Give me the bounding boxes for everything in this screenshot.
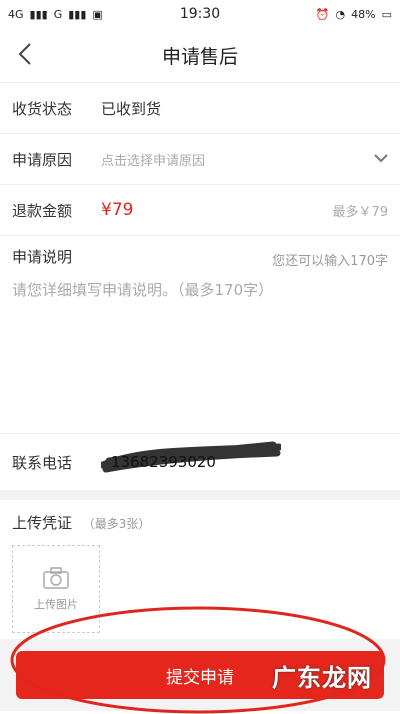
refund-amount: ¥79 <box>101 200 134 220</box>
back-arrow-icon[interactable] <box>14 42 38 66</box>
receipt-status-value: 已收到货 <box>101 99 162 118</box>
upload-title: 上传凭证 <box>12 514 73 532</box>
header: 申请售后 <box>0 28 400 83</box>
receipt-status-label: 收货状态 <box>12 99 73 118</box>
remark-input[interactable]: 请您详细填写申请说明。（最多170字） <box>12 279 388 300</box>
phone-label: 联系电话 <box>12 453 73 472</box>
watermark: 广东龙网 <box>272 664 372 692</box>
refund-max: 最多￥79 <box>332 204 388 220</box>
refund-row: 退款金额 ¥79 最多￥79 <box>0 185 400 236</box>
reason-row[interactable]: 申请原因 点击选择申请原因 <box>0 134 400 185</box>
refund-label: 退款金额 <box>12 201 73 220</box>
upload-limit: （最多3张） <box>82 517 151 531</box>
camera-icon <box>43 567 69 589</box>
remark-counter: 您还可以输入170字 <box>272 254 388 269</box>
status-bar: 4G ▮▮▮ G ▮▮▮ ▣ 19:30 ⏰ ◔ 48% ▭ <box>0 0 400 28</box>
upload-image-label: 上传图片 <box>34 598 78 611</box>
section-divider <box>0 490 400 500</box>
reason-label: 申请原因 <box>12 150 73 169</box>
phone-row[interactable]: 联系电话 13682393020 <box>0 434 400 490</box>
chevron-down-icon[interactable] <box>372 149 390 167</box>
phone-input[interactable]: 13682393020 <box>101 441 281 473</box>
receipt-status-row: 收货状态 已收到货 <box>0 83 400 134</box>
upload-title-line: 上传凭证 （最多3张） <box>12 512 388 533</box>
upload-image-button[interactable]: 上传图片 <box>12 545 100 633</box>
status-time: 19:30 <box>179 6 221 22</box>
upload-section: 上传凭证 （最多3张） 上传图片 <box>0 500 400 640</box>
phone-value: 13682393020 <box>111 453 216 471</box>
page-title: 申请售后 <box>161 45 238 68</box>
reason-placeholder[interactable]: 点击选择申请原因 <box>101 150 388 169</box>
remark-section[interactable]: 申请说明 您还可以输入170字 请您详细填写申请说明。（最多170字） <box>0 236 400 434</box>
